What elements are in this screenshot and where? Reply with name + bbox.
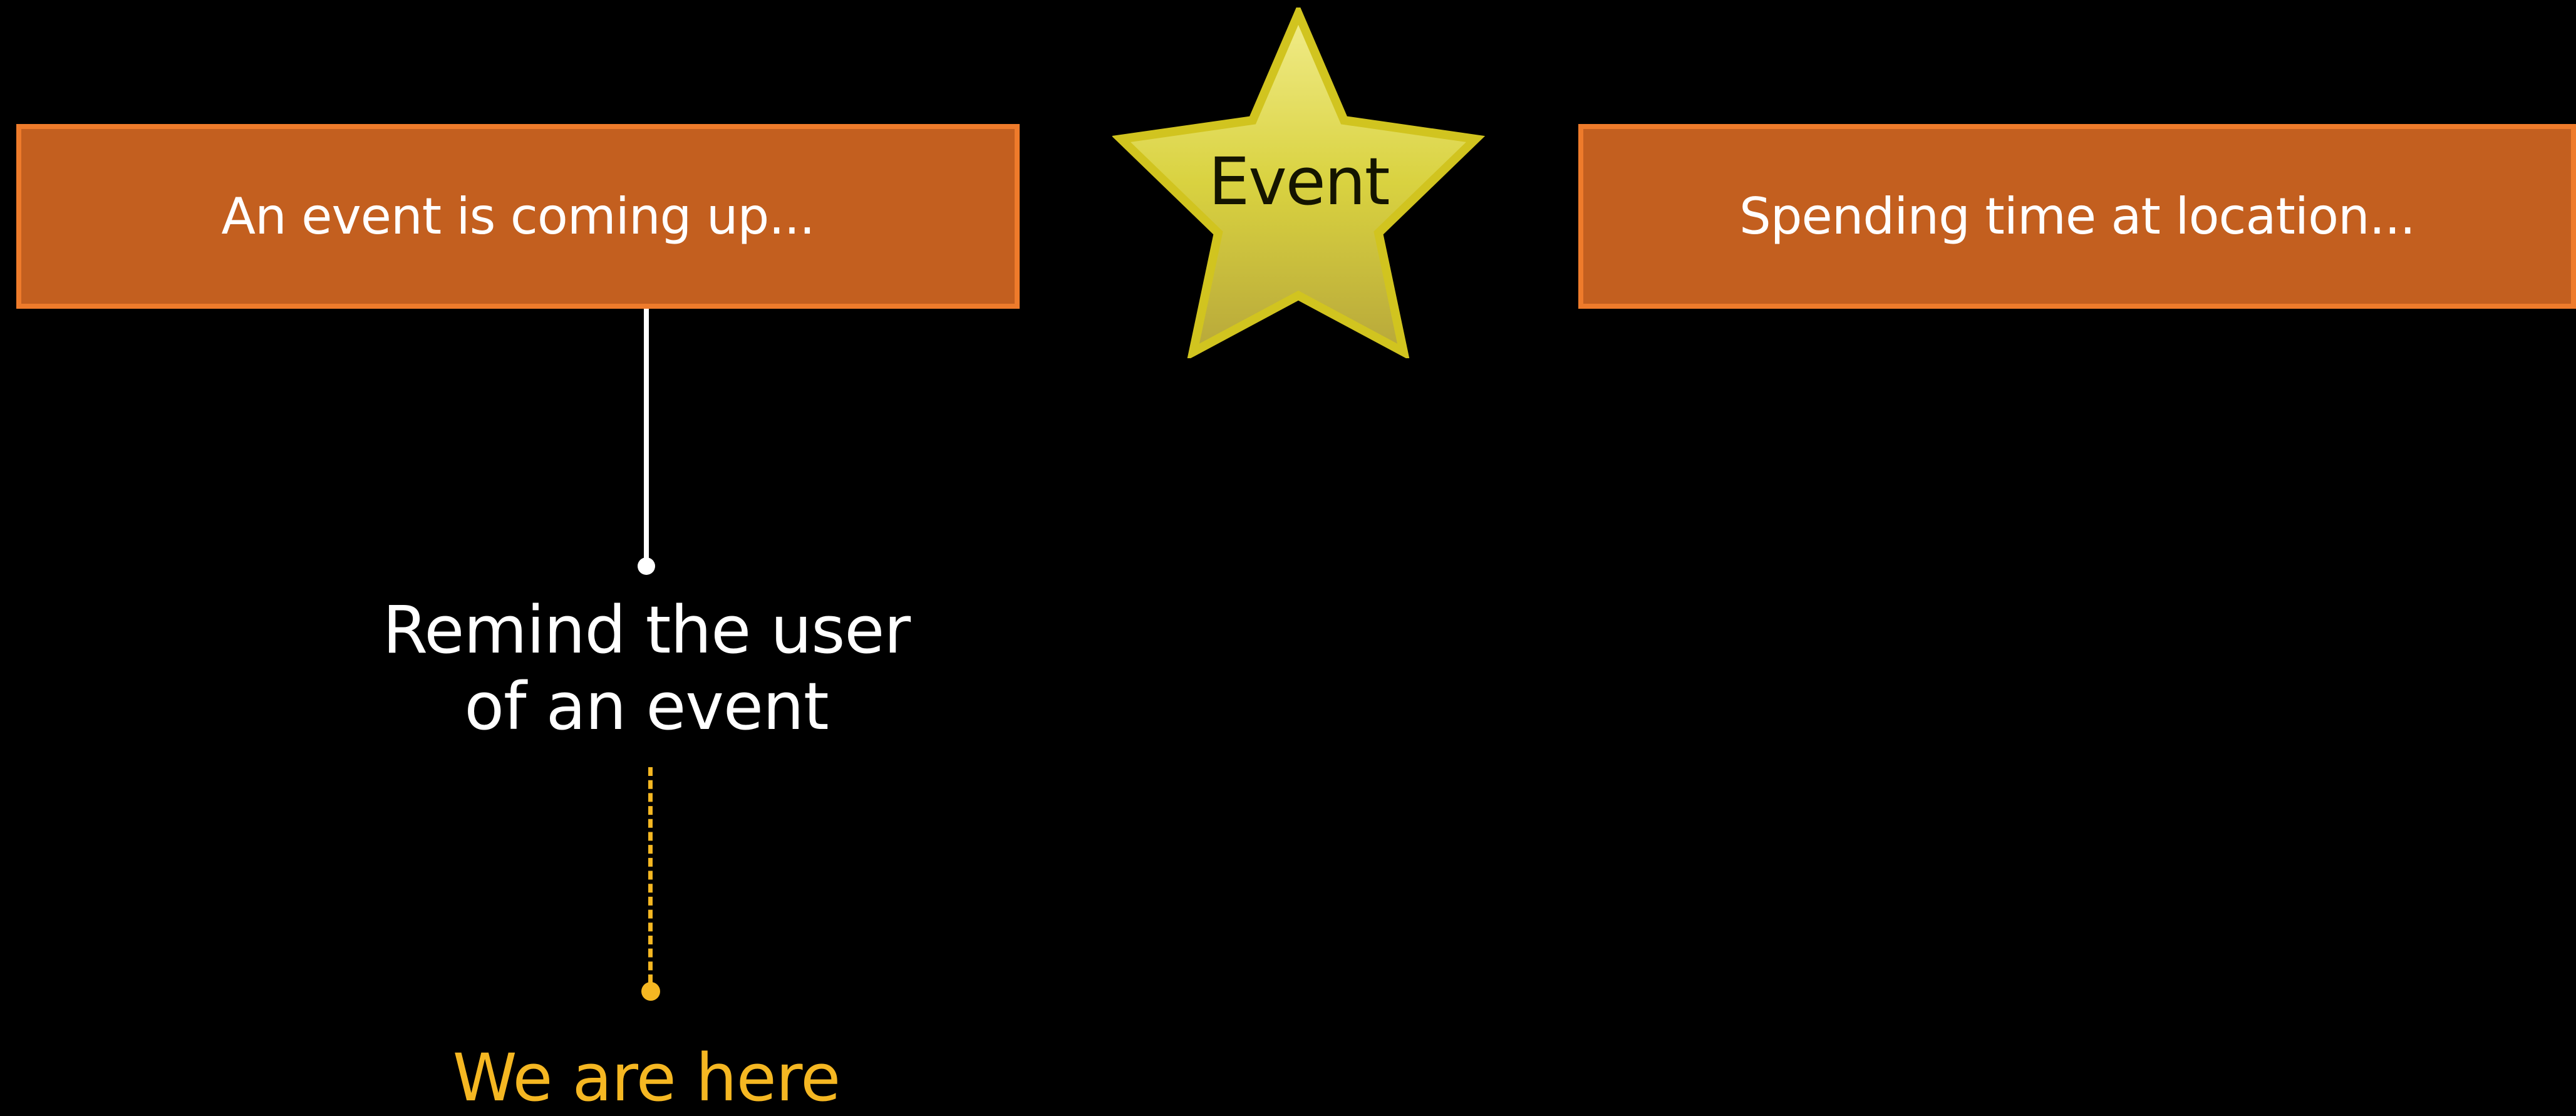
reminder-line-1: Remind the user <box>382 592 911 668</box>
we-are-here-label: We are here <box>452 1040 841 1116</box>
event-coming-up-box: An event is coming up... <box>16 124 1020 309</box>
spending-time-label: Spending time at location... <box>1739 187 2416 245</box>
connector-line <box>644 309 649 566</box>
dashed-connector-line <box>648 767 653 983</box>
spending-time-box: Spending time at location... <box>1578 124 2576 309</box>
reminder-text: Remind the user of an event <box>271 592 1022 745</box>
event-star-label: Event <box>1208 143 1390 220</box>
event-coming-up-label: An event is coming up... <box>221 187 815 245</box>
reminder-line-2: of an event <box>464 668 829 745</box>
connector-dot <box>638 557 655 575</box>
location-marker-dot <box>641 982 660 1001</box>
